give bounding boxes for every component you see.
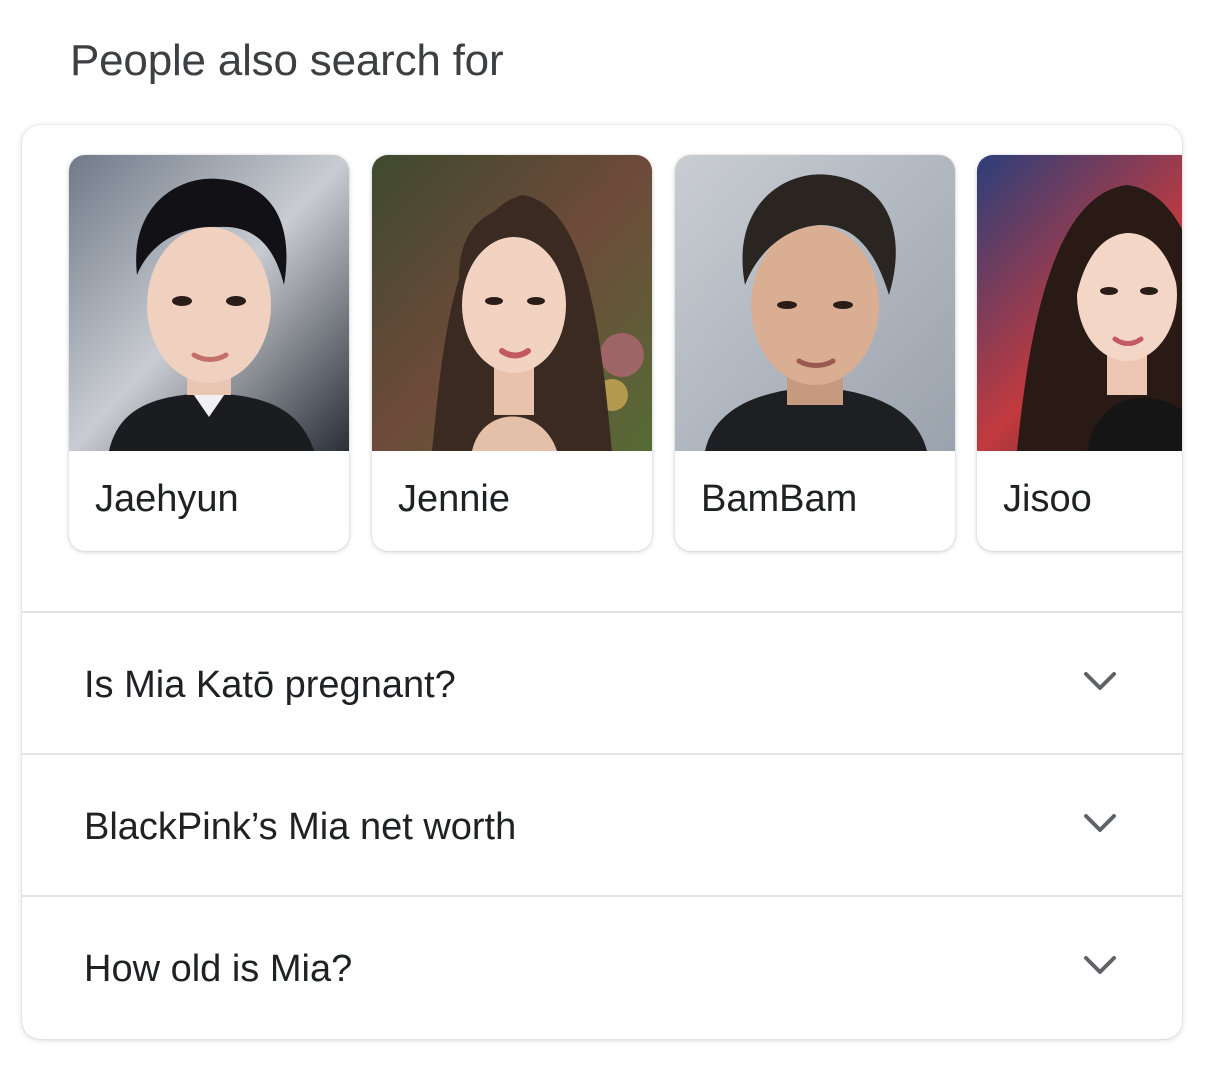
person-name: Jisoo	[1003, 478, 1092, 520]
person-name: BamBam	[701, 478, 858, 520]
person-card-jennie[interactable]: Jennie	[372, 155, 652, 551]
person-card-jisoo[interactable]: Jisoo	[977, 155, 1182, 551]
person-card-jaehyun[interactable]: Jaehyun	[69, 155, 349, 551]
question-text: BlackPink’s Mia net worth	[84, 806, 517, 848]
question-row[interactable]: BlackPink’s Mia net worth	[22, 755, 1182, 895]
person-portrait-icon	[675, 155, 955, 451]
question-text: How old is Mia?	[84, 948, 353, 990]
person-photo[interactable]	[372, 155, 652, 451]
results-card: Jaehyun Jennie BamBam Jisoo Is Mia Katō …	[22, 125, 1182, 1039]
question-row[interactable]: How old is Mia?	[22, 897, 1182, 1037]
person-portrait-icon	[977, 155, 1182, 451]
person-name: Jennie	[398, 478, 510, 520]
chevron-down-icon[interactable]	[1082, 953, 1118, 977]
person-photo[interactable]	[69, 155, 349, 451]
person-portrait-icon	[372, 155, 652, 451]
person-name: Jaehyun	[95, 478, 239, 520]
question-row[interactable]: Is Mia Katō pregnant?	[22, 613, 1182, 753]
chevron-down-icon[interactable]	[1082, 811, 1118, 835]
chevron-down-icon[interactable]	[1082, 669, 1118, 693]
person-photo[interactable]	[977, 155, 1182, 451]
people-carousel[interactable]: Jaehyun Jennie BamBam Jisoo	[22, 125, 1182, 612]
person-photo[interactable]	[675, 155, 955, 451]
person-card-bambam[interactable]: BamBam	[675, 155, 955, 551]
question-text: Is Mia Katō pregnant?	[84, 664, 456, 706]
people-also-search-panel: People also search for Jaehyun Jennie Ba…	[0, 0, 1206, 1080]
section-title: People also search for	[70, 36, 504, 85]
person-portrait-icon	[69, 155, 349, 451]
